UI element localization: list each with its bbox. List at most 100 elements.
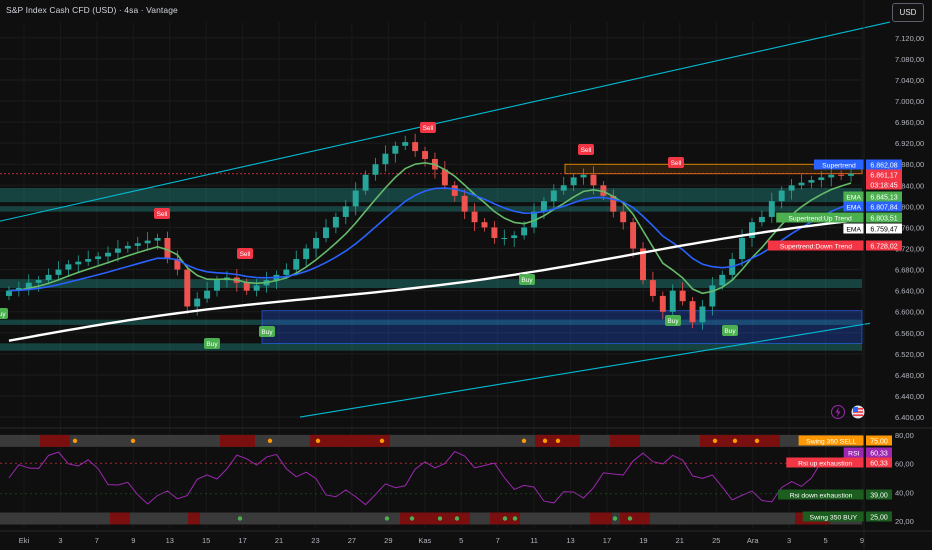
buy-band-segment xyxy=(590,512,612,525)
candle-body xyxy=(323,227,329,238)
osc-label: RSI 60,33 xyxy=(843,447,892,458)
candle-body xyxy=(778,190,785,202)
osc-label-value: 60,33 xyxy=(870,461,888,468)
osc-label-value: 60,33 xyxy=(870,451,888,458)
candle-body xyxy=(669,290,676,312)
candle-body xyxy=(719,274,726,286)
osc-label-name: RSI xyxy=(848,451,859,458)
osc-label-name: Rsi up exhaustion xyxy=(798,461,852,468)
buy-dot xyxy=(384,516,390,521)
candle-body xyxy=(293,259,300,270)
candle-body xyxy=(204,290,211,299)
buy-dot xyxy=(502,516,508,521)
x-tick-label: 15 xyxy=(202,536,210,545)
candle-body xyxy=(154,237,161,241)
price-label-value: 6.728,02 xyxy=(870,244,897,251)
candle-body xyxy=(540,201,547,212)
sell-signal-label: Sell xyxy=(668,157,684,168)
candle-body xyxy=(303,248,310,260)
candle-body xyxy=(491,227,498,238)
x-tick-label: 11 xyxy=(530,536,538,545)
candle-body xyxy=(402,142,409,146)
candle-body xyxy=(134,243,141,246)
currency-button[interactable]: USD xyxy=(892,3,924,22)
buy-dot xyxy=(612,516,618,521)
sell-band-segment xyxy=(310,434,390,447)
chart-icons xyxy=(830,404,870,425)
x-tick-label: 19 xyxy=(639,536,647,545)
candle-body xyxy=(253,285,260,291)
x-tick-label: 7 xyxy=(95,536,99,545)
candle-body xyxy=(808,180,815,183)
candle-body xyxy=(114,248,121,253)
candle-body xyxy=(560,185,567,191)
y-tick-label: 6.560,00 xyxy=(895,329,924,338)
y-tick-label: 7.000,00 xyxy=(895,97,924,106)
osc-label-name: Swing 350 BUY xyxy=(810,515,858,522)
x-tick-label: Eki xyxy=(19,536,30,545)
buy-dot xyxy=(454,516,460,521)
x-tick-label: 9 xyxy=(860,536,864,545)
lightning-icon[interactable] xyxy=(831,405,845,419)
demand-zone xyxy=(261,310,863,344)
candle-body xyxy=(412,142,419,152)
candle-body xyxy=(590,174,597,186)
candle-body xyxy=(55,269,62,275)
sell-signal-label: Sell xyxy=(578,144,594,155)
candle-body xyxy=(45,274,52,281)
osc-label: Rsi up exhaustion 60,33 xyxy=(786,457,892,468)
candle-body xyxy=(739,237,746,260)
candle-body xyxy=(798,182,805,186)
candle-body xyxy=(124,245,131,249)
flag-icon[interactable] xyxy=(851,405,865,419)
price-label-name: Supertrend:Up Trend xyxy=(788,216,852,223)
y-tick-label: 6.400,00 xyxy=(895,413,924,422)
chart-canvas[interactable]: 7.120,00 7.080,00 7.040,00 7.000,00 6.960,00… xyxy=(0,0,932,550)
candle-body xyxy=(481,222,488,228)
candle-body xyxy=(699,306,706,323)
osc-label-name: Swing 350 SELL xyxy=(806,439,856,446)
sell-label-text: Sell xyxy=(157,211,168,218)
sell-band-segment xyxy=(220,434,255,447)
x-tick-label: 5 xyxy=(823,536,827,545)
buy-band-segment xyxy=(188,512,200,525)
y-tick-label: 7.040,00 xyxy=(895,76,924,85)
price-label-name: Supertrend xyxy=(822,163,856,170)
x-tick-label: 29 xyxy=(384,536,392,545)
price-label-name: EMA xyxy=(846,195,861,202)
candle-body xyxy=(342,206,349,217)
candle-body xyxy=(768,201,775,217)
candle-body xyxy=(105,252,111,257)
candle-body xyxy=(451,185,458,196)
candle-body xyxy=(679,290,686,302)
sell-label-text: Sell xyxy=(671,160,682,167)
y-tick-label: 6.600,00 xyxy=(895,308,924,317)
candle-body xyxy=(5,290,12,296)
y-tick-label: 6.680,00 xyxy=(895,266,924,275)
candle-body xyxy=(471,211,478,223)
x-tick-label: 3 xyxy=(58,536,62,545)
osc-label: Swing 350 BUY 25,00 xyxy=(802,511,892,522)
buy-label-text: Buy xyxy=(521,277,533,284)
osc-tick-label: 60,00 xyxy=(895,460,914,469)
candle-body xyxy=(243,282,250,291)
sell-band-segment xyxy=(40,434,70,447)
candle-body xyxy=(85,259,92,262)
buy-signal-label: Buy xyxy=(665,315,681,326)
sell-dot xyxy=(315,438,321,444)
buy-signal-label: Buy xyxy=(259,326,275,337)
buy-label-text: Buy xyxy=(667,318,679,325)
x-tick-label: 23 xyxy=(311,536,319,545)
candle-body xyxy=(620,211,627,223)
candle-body xyxy=(362,174,369,191)
sell-label-text: Sell xyxy=(581,147,592,154)
osc-label-value: 75,00 xyxy=(870,439,888,446)
y-tick-label: 7.120,00 xyxy=(895,34,924,43)
sell-dot xyxy=(267,438,273,444)
candle-body xyxy=(214,280,220,291)
price-label: EMA 6.845,13 xyxy=(843,191,902,202)
candle-body xyxy=(758,216,765,223)
x-tick-label: Ara xyxy=(747,536,760,545)
buy-label-text: Buy xyxy=(0,311,6,318)
x-tick-label: 13 xyxy=(166,536,174,545)
